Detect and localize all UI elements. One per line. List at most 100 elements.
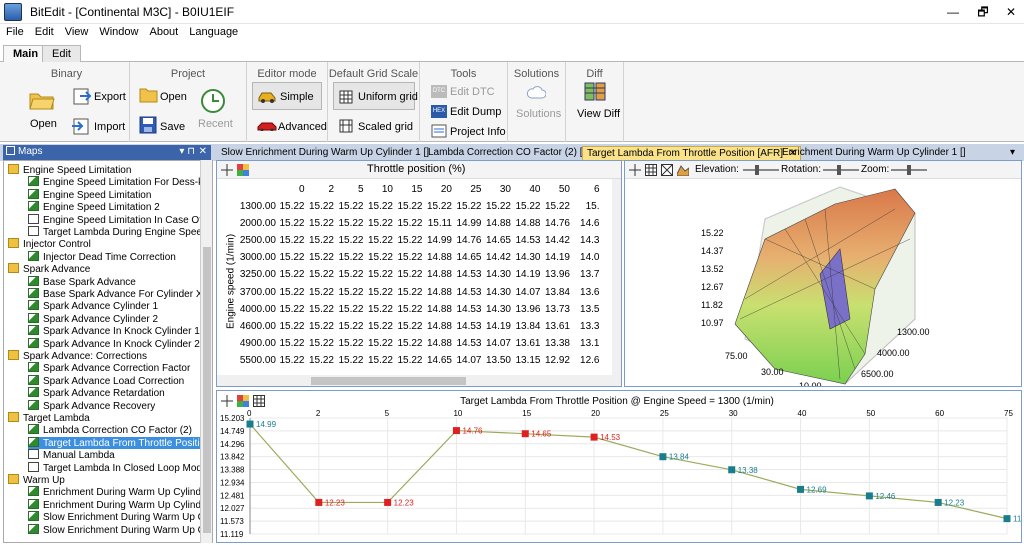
tree-item[interactable]: Slow Enrichment During Warm Up Cylin — [28, 511, 212, 523]
data-point[interactable] — [659, 453, 667, 461]
tree-item[interactable]: Spark Advance In Knock Cylinder 2 — [28, 337, 200, 350]
table-cell[interactable]: 14.3 — [572, 232, 599, 249]
table-cell[interactable]: 15.22 — [366, 266, 393, 283]
data-point[interactable] — [590, 433, 598, 441]
table-cell[interactable]: 14.99 — [425, 232, 452, 249]
edit-dump-button[interactable]: Edit Dump — [450, 106, 501, 118]
table-cell[interactable]: 14.88 — [425, 266, 452, 283]
maps-scrollbar[interactable] — [200, 160, 212, 543]
minimize-button[interactable]: — — [938, 2, 968, 22]
table-cell[interactable]: 15.22 — [307, 232, 334, 249]
tree-item[interactable]: Target Lambda During Engine Speed Lir — [28, 226, 212, 238]
table-cell[interactable]: 14.53 — [454, 335, 481, 352]
table-cell[interactable]: 14.0 — [572, 249, 599, 266]
table-cell[interactable]: 14.65 — [484, 232, 511, 249]
data-point[interactable] — [865, 492, 873, 500]
table-cell[interactable]: 15.22 — [454, 198, 481, 215]
table-cell[interactable]: 15.22 — [277, 198, 304, 215]
table-cell[interactable]: 14.53 — [454, 284, 481, 301]
table-cell[interactable]: 15.22 — [395, 335, 422, 352]
table-cell[interactable]: 13.3 — [572, 318, 599, 335]
tree-item[interactable]: Target Lambda From Throttle Position — [28, 436, 211, 449]
table-cell[interactable]: 15.22 — [366, 249, 393, 266]
tree-item[interactable]: Spark Advance Load Correction — [28, 374, 184, 387]
data-point[interactable] — [384, 498, 392, 506]
pin-icon[interactable]: ▾ ⊓ — [179, 146, 195, 157]
table-cell[interactable]: 12.6 — [572, 352, 599, 369]
menu-about[interactable]: About — [143, 24, 183, 38]
table-cell[interactable]: 15.22 — [395, 301, 422, 318]
move-icon[interactable] — [221, 164, 233, 176]
project-open-button[interactable]: Open — [160, 91, 187, 103]
table-cell[interactable]: 15.22 — [307, 301, 334, 318]
table-cell[interactable]: 15.22 — [336, 266, 363, 283]
table-cell[interactable]: 13.96 — [513, 301, 540, 318]
table-cell[interactable]: 13.96 — [543, 266, 570, 283]
zoom-slider-thumb[interactable] — [907, 165, 911, 175]
data-point[interactable] — [521, 430, 529, 438]
table-cell[interactable]: 14.65 — [425, 352, 452, 369]
tree-item[interactable]: Spark Advance In Knock Cylinder 1 — [28, 325, 200, 337]
table-cell[interactable]: 15.22 — [277, 301, 304, 318]
elevation-slider-thumb[interactable] — [755, 165, 759, 175]
table-cell[interactable]: 13.7 — [572, 266, 599, 283]
tree-folder[interactable]: Spark Advance: Corrections — [8, 350, 147, 362]
table-cell[interactable]: 14.88 — [484, 215, 511, 232]
data-point[interactable] — [797, 485, 805, 493]
tree-item[interactable]: Lambda Correction CO Factor (2) — [28, 424, 192, 436]
move-icon[interactable] — [629, 164, 641, 176]
restore-button[interactable]: 🗗 — [968, 2, 998, 22]
tree-folder[interactable]: Spark Advance — [8, 263, 90, 275]
table-cell[interactable]: 15.22 — [395, 352, 422, 369]
table-vscroll[interactable] — [612, 179, 621, 386]
table-cell[interactable]: 13.6 — [572, 284, 599, 301]
table-cell[interactable]: 15.22 — [277, 249, 304, 266]
table-cell[interactable]: 14.53 — [454, 266, 481, 283]
tree-item[interactable]: Enrichment During Warm Up Cylinder 2 — [28, 498, 212, 511]
tree-item[interactable]: Spark Advance Cylinder 1 — [28, 300, 158, 312]
table-cell[interactable]: 14.19 — [484, 318, 511, 335]
table-cell[interactable]: 15.22 — [277, 232, 304, 249]
table-cell[interactable]: 15.22 — [277, 335, 304, 352]
table-cell[interactable]: 15.22 — [307, 335, 334, 352]
advanced-mode-button[interactable]: Advanced — [278, 121, 327, 133]
tree-item[interactable]: Base Spark Advance For Cylinder X (2) — [28, 288, 212, 300]
table-cell[interactable]: 15.22 — [336, 284, 363, 301]
data-point[interactable] — [452, 427, 460, 435]
table-cell[interactable]: 14.07 — [454, 352, 481, 369]
table-cell[interactable]: 15.22 — [395, 318, 422, 335]
close-button[interactable]: ✕ — [996, 2, 1024, 22]
table-cell[interactable]: 13.50 — [484, 352, 511, 369]
table-cell[interactable]: 15.22 — [543, 198, 570, 215]
tree-item[interactable]: Engine Speed Limitation In Case Of Syst — [28, 213, 212, 226]
tree-item[interactable]: Spark Advance Retardation — [28, 387, 165, 399]
tree-item[interactable]: Engine Speed Limitation For Dess-key — [28, 176, 212, 188]
edit-dtc-button[interactable]: Edit DTC — [450, 86, 495, 98]
table-cell[interactable]: 14.19 — [543, 249, 570, 266]
tree-item[interactable]: Injector Dead Time Correction — [28, 250, 176, 263]
table-cell[interactable]: 14.30 — [484, 284, 511, 301]
tree-folder[interactable]: Engine Speed Limitation — [8, 164, 131, 176]
tree-item[interactable]: Base Spark Advance — [28, 275, 136, 288]
surface-plot[interactable]: 15.22 14.37 13.52 12.67 11.82 10.97 75.00 30.00… — [625, 179, 1022, 387]
table-cell[interactable]: 15.22 — [277, 215, 304, 232]
table-hscroll[interactable] — [217, 375, 612, 386]
table-cell[interactable]: 15.22 — [395, 284, 422, 301]
view-diff-button[interactable]: View Diff — [577, 108, 620, 120]
table-cell[interactable]: 15.22 — [307, 284, 334, 301]
data-point[interactable] — [728, 466, 736, 474]
table-cell[interactable]: 15.22 — [395, 215, 422, 232]
doc-tab-lambda-correction[interactable]: Lambda Correction CO Factor (2) [] — [424, 146, 589, 161]
table-cell[interactable]: 15.22 — [336, 198, 363, 215]
data-point[interactable] — [315, 498, 323, 506]
table-cell[interactable]: 14.42 — [543, 232, 570, 249]
table-cell[interactable]: 14.19 — [513, 266, 540, 283]
surface-icon[interactable] — [677, 164, 689, 176]
color-map-icon[interactable] — [237, 164, 249, 176]
table-cell[interactable]: 15.22 — [336, 232, 363, 249]
table-cell[interactable]: 15.22 — [307, 198, 334, 215]
doc-tab-slow-enrichment[interactable]: Slow Enrichment During Warm Up Cylinder … — [217, 146, 433, 161]
table-cell[interactable]: 14.76 — [543, 215, 570, 232]
elevation-slider[interactable] — [743, 169, 779, 171]
export-button[interactable]: Export — [94, 91, 126, 103]
